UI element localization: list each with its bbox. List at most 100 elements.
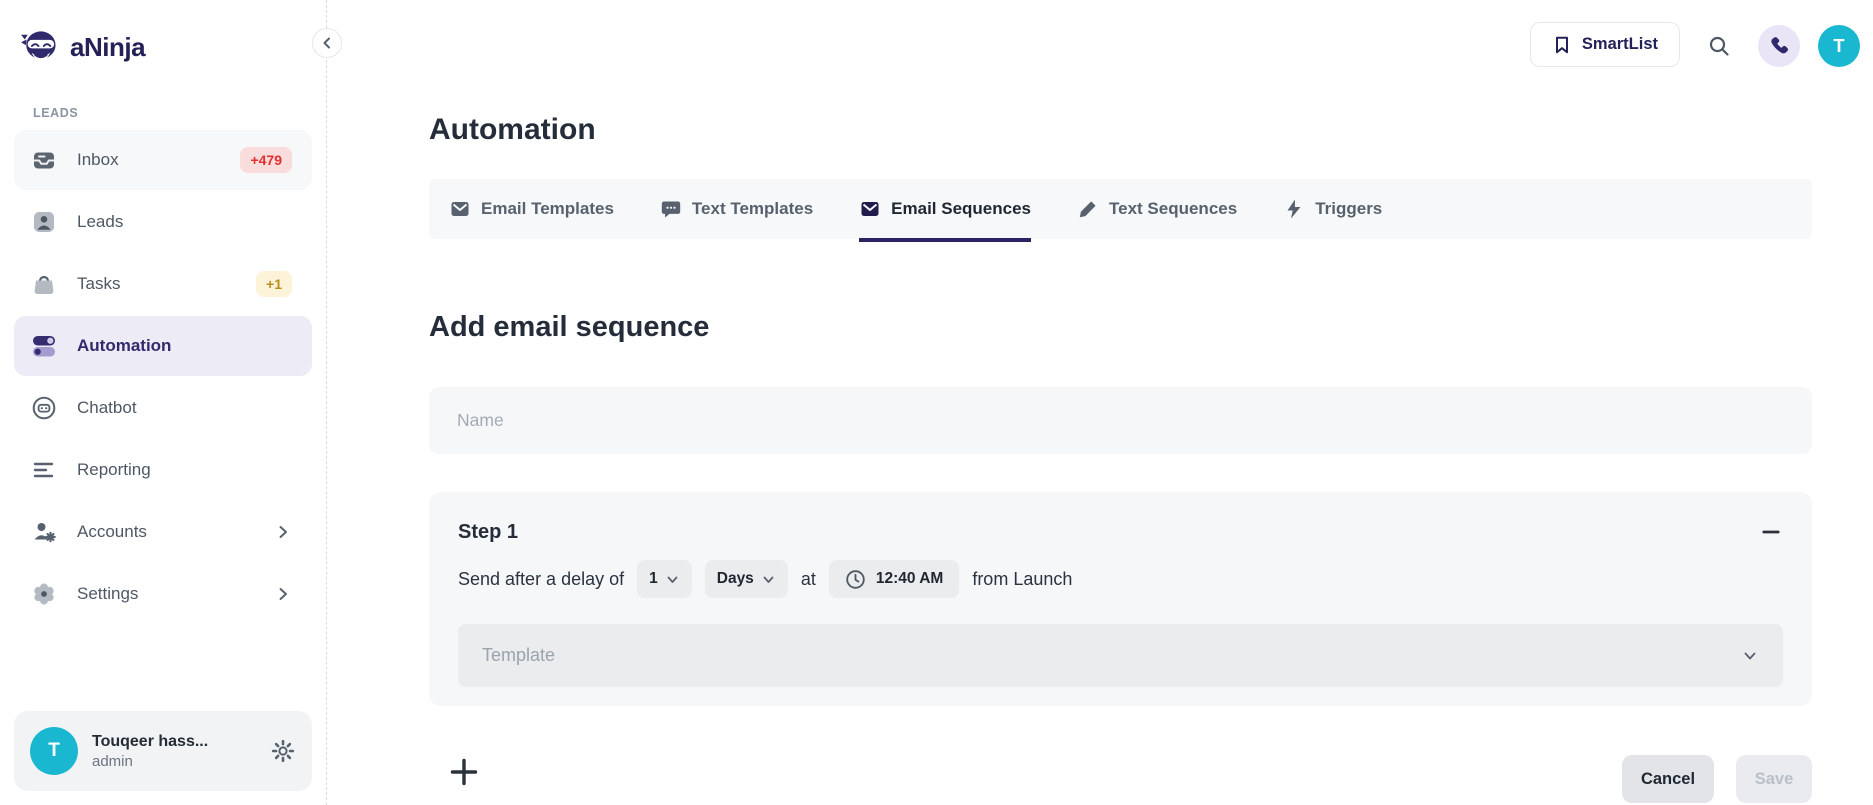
phone-icon xyxy=(1771,37,1789,54)
tab-text-templates[interactable]: Text Templates xyxy=(660,179,813,239)
accounts-icon xyxy=(34,523,56,543)
template-placeholder: Template xyxy=(482,645,556,665)
clock-icon xyxy=(846,569,865,589)
sidebar-item-automation[interactable]: Automation xyxy=(14,316,312,376)
tasks-count-badge: +1 xyxy=(256,271,292,297)
form-heading: Add email sequence xyxy=(429,311,710,343)
delay-unit: Days xyxy=(716,570,754,587)
sidebar-nav: Inbox +479 Leads Tasks +1 Automation Cha… xyxy=(14,130,312,624)
step-title: Step 1 xyxy=(458,520,519,543)
sidebar-item-tasks[interactable]: Tasks +1 xyxy=(14,254,312,314)
reporting-icon xyxy=(33,462,54,478)
chevron-right-icon xyxy=(279,526,287,538)
delay-unit-select[interactable]: Days xyxy=(704,560,788,598)
tab-bar: Email Templates Text Templates Email Seq… xyxy=(429,179,1812,242)
chevron-right-icon xyxy=(279,588,287,600)
sequence-name-input[interactable] xyxy=(429,387,1812,454)
user-meta: Touqeer hass... admin xyxy=(92,733,208,770)
sidebar: aNinja LEADS Inbox +479 Leads Tasks +1 A… xyxy=(0,0,327,805)
app-root: aNinja LEADS Inbox +479 Leads Tasks +1 A… xyxy=(0,0,1873,805)
delay-value-select[interactable]: 1 xyxy=(637,560,692,598)
settings-icon xyxy=(34,583,54,605)
leads-icon xyxy=(34,212,54,232)
profile-avatar[interactable]: T xyxy=(1818,25,1860,67)
sidebar-item-label: Inbox xyxy=(77,150,119,169)
chevron-down-icon xyxy=(1744,652,1756,659)
step-header: Step 1 xyxy=(458,520,1783,544)
tab-label: Text Templates xyxy=(691,199,814,218)
app-name: aNinja xyxy=(70,31,146,62)
automation-icon xyxy=(33,336,55,357)
chevron-left-icon xyxy=(323,37,330,49)
tasks-icon xyxy=(34,275,54,294)
time-picker[interactable]: 12:40 AM xyxy=(828,560,960,598)
sidebar-collapse-button[interactable] xyxy=(312,28,342,58)
tab-label: Email Templates xyxy=(481,199,614,218)
tab-email-templates[interactable]: Email Templates xyxy=(449,179,614,239)
tab-text-sequences[interactable]: Text Sequences xyxy=(1077,179,1237,239)
email-icon xyxy=(861,202,879,216)
delay-value: 1 xyxy=(649,570,658,587)
app-logo[interactable]: aNinja xyxy=(14,16,312,74)
form-footer: Cancel Save xyxy=(429,755,1812,803)
page-title: Automation xyxy=(429,113,596,146)
time-value: 12:40 AM xyxy=(875,570,944,587)
sidebar-item-inbox[interactable]: Inbox +479 xyxy=(14,130,312,190)
smartlist-label: SmartList xyxy=(1581,35,1658,53)
add-step-button[interactable] xyxy=(447,755,481,789)
main-area: SmartList T Automation Email Templates T… xyxy=(327,0,1873,805)
sidebar-item-label: Settings xyxy=(77,584,139,603)
minus-icon xyxy=(1762,530,1780,534)
tab-label: Triggers xyxy=(1315,199,1383,218)
delay-suffix-text: from Launch xyxy=(972,568,1073,589)
smartlist-button[interactable]: SmartList xyxy=(1529,22,1680,67)
topbar: SmartList T xyxy=(327,0,1873,67)
at-label: at xyxy=(800,568,816,589)
cancel-button[interactable]: Cancel xyxy=(1622,755,1714,803)
chevron-down-icon xyxy=(667,576,678,583)
user-avatar: T xyxy=(30,727,78,775)
sidebar-item-label: Leads xyxy=(77,212,124,231)
sidebar-item-label: Accounts xyxy=(77,522,147,541)
email-icon xyxy=(451,202,469,216)
pencil-icon xyxy=(1079,201,1096,218)
tab-label: Text Sequences xyxy=(1109,199,1238,218)
inbox-icon xyxy=(34,152,54,169)
user-settings-gear-icon[interactable] xyxy=(270,738,296,764)
delay-settings-row: Send after a delay of 1 Days at 12:40 AM… xyxy=(458,560,1783,598)
ninja-logo-icon xyxy=(21,31,56,61)
search-icon xyxy=(1709,36,1729,56)
collapse-step-button[interactable] xyxy=(1759,520,1783,544)
sidebar-section-label: LEADS xyxy=(33,106,79,120)
sidebar-item-accounts[interactable]: Accounts xyxy=(14,502,312,562)
sidebar-item-label: Automation xyxy=(77,336,172,355)
chat-icon xyxy=(661,201,681,218)
user-card[interactable]: T Touqeer hass... admin xyxy=(14,711,312,791)
sidebar-item-chatbot[interactable]: Chatbot xyxy=(14,378,312,438)
sidebar-item-leads[interactable]: Leads xyxy=(14,192,312,252)
step-card: Step 1 Send after a delay of 1 Days at 1… xyxy=(429,492,1812,706)
sidebar-item-reporting[interactable]: Reporting xyxy=(14,440,312,500)
chatbot-icon xyxy=(32,396,56,420)
user-name: Touqeer hass... xyxy=(92,732,209,750)
tab-triggers[interactable]: Triggers xyxy=(1283,179,1382,239)
chevron-down-icon xyxy=(763,576,774,583)
form-actions: Cancel Save xyxy=(1622,755,1812,803)
lightning-icon xyxy=(1287,199,1301,219)
content: Automation Email Templates Text Template… xyxy=(327,67,1873,803)
sidebar-item-label: Chatbot xyxy=(77,398,137,417)
delay-prefix-text: Send after a delay of xyxy=(458,568,625,589)
tab-email-sequences[interactable]: Email Sequences xyxy=(859,179,1031,242)
bookmark-icon xyxy=(1555,36,1568,53)
sidebar-item-settings[interactable]: Settings xyxy=(14,564,312,624)
tab-label: Email Sequences xyxy=(891,199,1031,218)
template-select[interactable]: Template xyxy=(458,624,1783,687)
sidebar-item-label: Tasks xyxy=(77,274,121,293)
save-button[interactable]: Save xyxy=(1736,755,1812,803)
dialer-button[interactable] xyxy=(1758,25,1800,67)
user-role: admin xyxy=(92,752,133,770)
inbox-count-badge: +479 xyxy=(240,147,292,173)
sidebar-item-label: Reporting xyxy=(77,460,151,479)
plus-icon xyxy=(450,758,478,786)
search-button[interactable] xyxy=(1698,25,1740,67)
